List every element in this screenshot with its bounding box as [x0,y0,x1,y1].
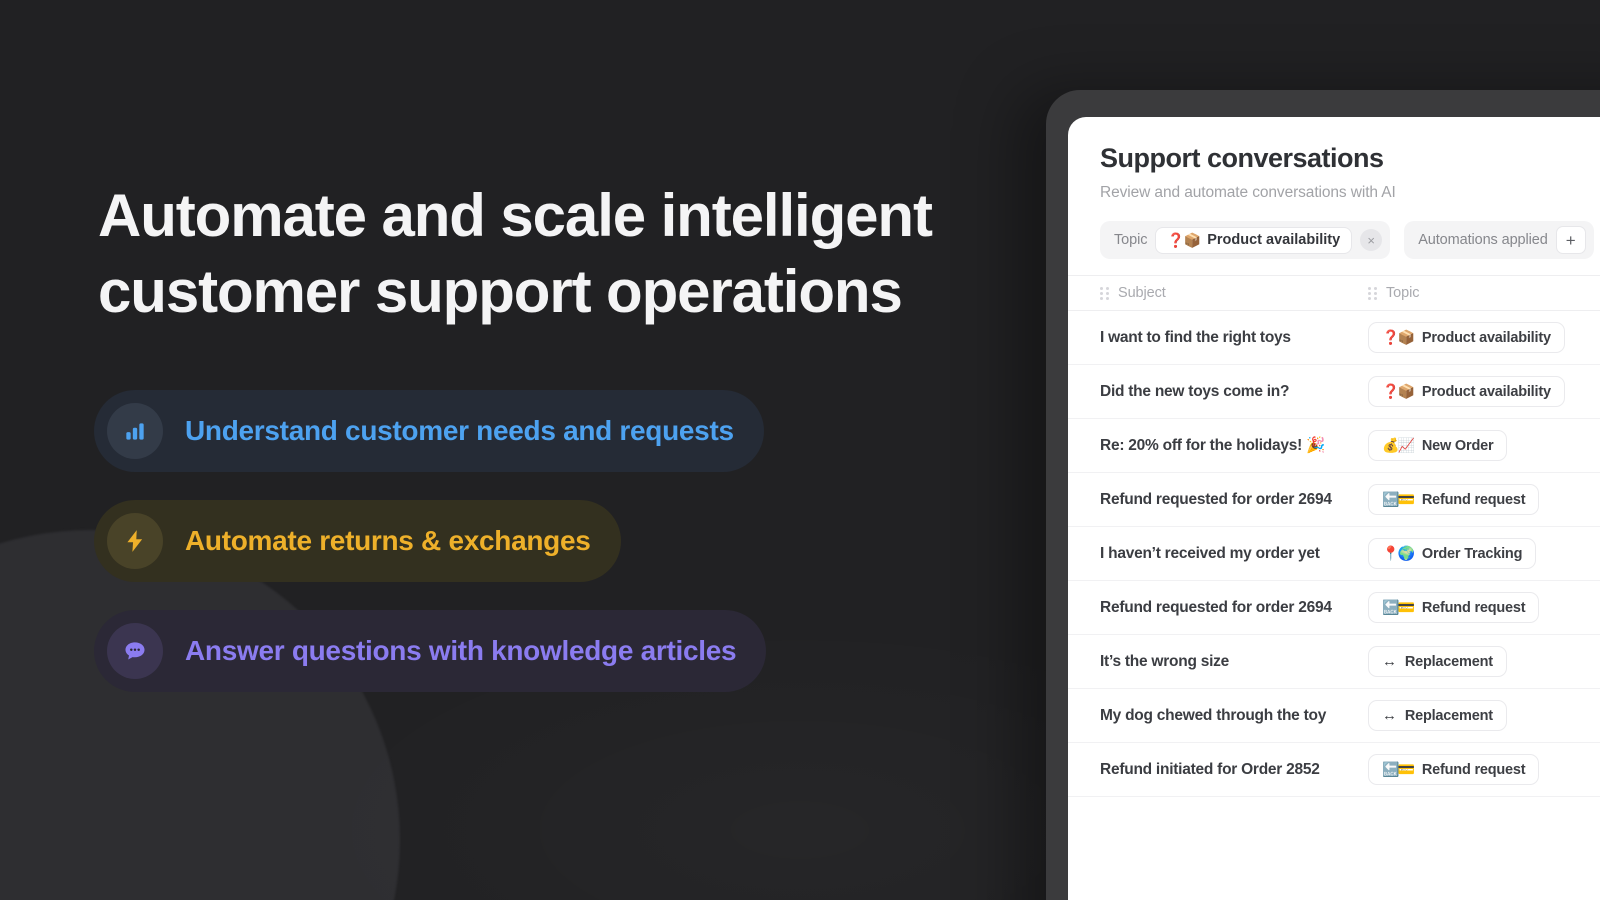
bar-chart-icon [107,403,163,459]
cell-topic: 🔙💳 Refund request [1368,592,1600,623]
topic-badge[interactable]: 📍🌍 Order Tracking [1368,538,1537,569]
cell-topic: 📍🌍 Order Tracking [1368,538,1600,569]
topic-emoji-icon: 🔙💳 [1382,491,1415,507]
cell-subject: I want to find the right toys [1100,328,1291,346]
chat-bubble-icon [107,623,163,679]
cell-subject: Re: 20% off for the holidays! 🎉 [1100,437,1326,454]
topic-badge[interactable]: ↔ Replacement [1368,700,1507,731]
topic-badge-label: Replacement [1404,653,1493,670]
drag-handle-icon[interactable] [1368,286,1377,300]
cell-topic: 🔙💳 Refund request [1368,754,1600,785]
cell-subject: Refund requested for order 2694 [1100,598,1332,616]
cell-subject: Did the new toys come in? [1100,382,1290,400]
topic-emoji-icon: 🔙💳 [1382,761,1415,777]
table-row[interactable]: I haven’t received my order yet 📍🌍 Order T… [1068,527,1600,581]
panel-subtitle: Review and automate conversations with A… [1100,184,1396,201]
table-row[interactable]: Did the new toys come in? ❓📦 Product avail… [1068,365,1600,419]
panel-title: Support conversations [1100,143,1384,173]
panel-header: Support conversations Review and automat… [1068,117,1600,202]
topic-badge-label: Order Tracking [1421,545,1523,562]
cell-subject: Refund initiated for Order 2852 [1100,760,1320,778]
drag-handle-icon[interactable] [1100,286,1109,300]
topic-badge-label: New Order [1421,437,1494,454]
column-header-subject[interactable]: Subject [1068,285,1368,301]
cell-topic: ❓📦 Product availability [1368,376,1600,407]
topic-emoji-icon: 🔙💳 [1382,599,1415,615]
table-row[interactable]: My dog chewed through the toy ↔ Replacemen… [1068,689,1600,743]
add-filter-button[interactable]: + [1555,226,1586,254]
topic-badge[interactable]: 🔙💳 Refund request [1368,484,1540,515]
cell-topic: ↔ Replacement [1368,646,1600,677]
app-panel: Support conversations Review and automat… [1068,117,1600,900]
table-row[interactable]: Refund requested for order 2694 🔙💳 Refund … [1068,581,1600,635]
close-icon[interactable]: × [1360,229,1383,251]
feature-pill-answer-questions[interactable]: Answer questions with knowledge articles [94,610,767,692]
cell-subject: I haven’t received my order yet [1100,544,1320,562]
table-row[interactable]: Refund initiated for Order 2852 🔙💳 Refund … [1068,743,1600,797]
column-header-topic[interactable]: Topic [1368,285,1600,301]
topic-badge-label: Refund request [1421,599,1526,616]
cell-subject: It’s the wrong size [1100,652,1230,670]
topic-badge-label: Product availability [1421,329,1551,346]
filter-group-topic-label: Topic [1114,232,1148,248]
page-root: Automate and scale intelligent customer … [0,0,1600,900]
topic-badge[interactable]: ❓📦 Product availability [1368,376,1565,407]
filter-group-automations[interactable]: Automations applied + [1404,221,1594,259]
hero-section: Automate and scale intelligent customer … [98,178,998,330]
replacement-arrow-icon: ↔ [1382,707,1397,724]
topic-emoji-icon: ❓📦 [1382,329,1415,345]
cell-topic: 🔙💳 Refund request [1368,484,1600,515]
topic-badge-label: Product availability [1421,383,1551,400]
page-title: Automate and scale intelligent customer … [98,182,933,325]
topic-emoji-icon: 💰📈 [1382,437,1415,453]
table-row[interactable]: Refund requested for order 2694 🔙💳 Refund … [1068,473,1600,527]
feature-pill-row: Automate returns & exchanges [94,500,954,610]
column-header-subject-label: Subject [1118,285,1166,301]
conversations-table: Subject Topic I want to find the right t… [1068,275,1600,797]
cell-topic: ❓📦 Product availability [1368,322,1600,353]
feature-pill-row: Understand customer needs and requests [94,390,954,500]
topic-badge-label: Refund request [1421,761,1526,778]
feature-pill-automate-returns[interactable]: Automate returns & exchanges [94,500,621,582]
feature-pill-label: Understand customer needs and requests [185,415,734,446]
topic-badge[interactable]: ❓📦 Product availability [1368,322,1565,353]
topic-badge-label: Replacement [1404,707,1493,724]
feature-pill-list: Understand customer needs and requests A… [94,390,954,720]
filter-group-topic[interactable]: Topic ❓📦 Product availability × [1100,221,1391,259]
column-header-topic-label: Topic [1386,285,1420,301]
cell-subject: My dog chewed through the toy [1100,706,1327,724]
cell-topic: 💰📈 New Order [1368,430,1600,461]
topic-badge[interactable]: 🔙💳 Refund request [1368,592,1540,623]
table-row[interactable]: It’s the wrong size ↔ Replacement [1068,635,1600,689]
feature-pill-row: Answer questions with knowledge articles [94,610,954,720]
topic-badge[interactable]: 💰📈 New Order [1368,430,1508,461]
cell-subject: Refund requested for order 2694 [1100,490,1332,508]
feature-pill-label: Automate returns & exchanges [185,525,591,556]
question-package-icon: ❓📦 [1167,231,1201,248]
device-frame: Support conversations Review and automat… [1046,90,1600,900]
feature-pill-understand-needs[interactable]: Understand customer needs and requests [94,390,764,472]
topic-badge[interactable]: 🔙💳 Refund request [1368,754,1540,785]
filter-bar: Topic ❓📦 Product availability × Automati… [1068,202,1600,275]
replacement-arrow-icon: ↔ [1382,653,1397,670]
table-row[interactable]: I want to find the right toys ❓📦 Product a… [1068,311,1600,365]
filter-group-automations-label: Automations applied [1418,232,1548,248]
topic-badge-label: Refund request [1421,491,1526,508]
cell-topic: ↔ Replacement [1368,700,1600,731]
table-header-row: Subject Topic [1068,275,1600,311]
filter-chip-product-availability[interactable]: ❓📦 Product availability [1155,226,1353,254]
topic-emoji-icon: 📍🌍 [1382,545,1415,561]
table-row[interactable]: Re: 20% off for the holidays! 🎉 💰📈 New Ord… [1068,419,1600,473]
lightning-bolt-icon [107,513,163,569]
feature-pill-label: Answer questions with knowledge articles [185,635,737,666]
filter-chip-label: Product availability [1207,232,1341,248]
table-body: I want to find the right toys ❓📦 Product a… [1068,311,1600,797]
topic-emoji-icon: ❓📦 [1382,383,1415,399]
topic-badge[interactable]: ↔ Replacement [1368,646,1507,677]
